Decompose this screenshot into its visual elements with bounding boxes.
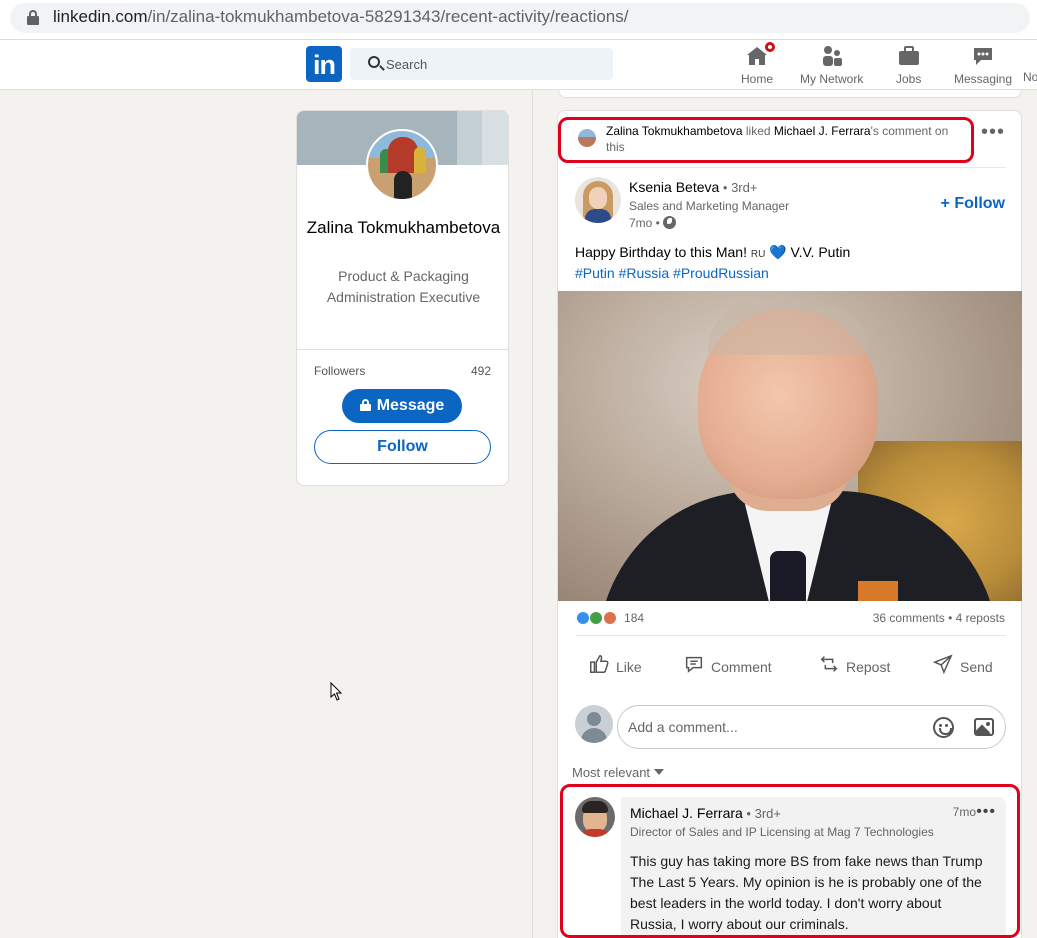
send-button[interactable]: Send [932, 651, 993, 683]
post-text: Happy Birthday to this Man! RU 💙 V.V. Pu… [575, 242, 1005, 265]
nav-notifications[interactable]: No [1023, 70, 1037, 84]
divider [576, 167, 1006, 168]
lock-icon[interactable] [27, 10, 39, 26]
context-highlight [558, 117, 974, 163]
repost-label: Repost [846, 659, 891, 675]
profile-name[interactable]: Zalina Tokmukhambetova [297, 215, 508, 241]
briefcase-icon [897, 44, 921, 68]
caret-down-icon [654, 769, 665, 775]
message-button[interactable]: Message [342, 389, 462, 423]
profile-card: Zalina Tokmukhambetova Product & Packagi… [296, 110, 509, 486]
author-avatar[interactable] [575, 177, 621, 223]
follow-author-button[interactable]: + Follow [941, 195, 1005, 213]
network-icon [820, 44, 844, 68]
repost-button[interactable]: Repost [818, 651, 890, 683]
mouse-cursor-icon [330, 682, 343, 701]
author-name[interactable]: Ksenia Beteva • 3rd+ [629, 179, 757, 195]
nav-my-network-label: My Network [800, 72, 864, 86]
profile-avatar[interactable] [366, 129, 438, 201]
messaging-icon [971, 44, 995, 68]
image-icon[interactable] [974, 718, 994, 736]
celebrate-reaction-icon [589, 611, 604, 625]
sort-label: Most relevant [572, 765, 651, 780]
previous-post-edge [558, 90, 1022, 98]
comment-box[interactable] [617, 705, 1006, 749]
send-icon [932, 654, 953, 675]
comment-sort-dropdown[interactable]: Most relevant [572, 765, 665, 780]
ru-flag-icon: RU [750, 249, 766, 260]
url-text[interactable]: linkedin.com/in/zalina-tokmukhambetova-5… [53, 7, 628, 27]
profile-headline: Product & Packaging Administration Execu… [326, 268, 481, 305]
home-icon [745, 40, 777, 68]
post-stats[interactable]: 36 comments • 4 reposts [873, 611, 1005, 625]
comment-highlight [560, 784, 1020, 938]
post-actions: Like Comment Repost Send [576, 651, 1016, 683]
post-image[interactable] [558, 291, 1022, 601]
reactions-summary[interactable]: 184 [576, 611, 644, 625]
search-icon [368, 56, 380, 68]
author-degree: • 3rd+ [719, 180, 758, 195]
post-hashtags[interactable]: #Putin #Russia #ProudRussian [575, 263, 769, 284]
comment-input[interactable] [628, 716, 918, 738]
search-input[interactable] [386, 54, 596, 74]
globe-icon [662, 216, 676, 229]
nav-home-label: Home [741, 72, 774, 86]
heart-icon: 💙 [769, 244, 787, 260]
like-reaction-icon [576, 611, 590, 625]
like-label: Like [616, 659, 642, 675]
divider [576, 635, 1006, 636]
post-text-tail: V.V. Putin [786, 244, 851, 260]
nav-my-network[interactable]: My Network [800, 44, 863, 86]
like-button[interactable]: Like [588, 651, 642, 683]
thumbs-up-icon [590, 655, 609, 673]
nav-home[interactable]: Home [741, 40, 777, 86]
nav-jobs-label: Jobs [896, 72, 922, 86]
feed-divider [532, 90, 533, 938]
post-time: 7mo • [629, 216, 676, 230]
linkedin-logo[interactable]: in [306, 46, 342, 82]
love-reaction-icon [602, 611, 617, 625]
nav-jobs[interactable]: Jobs [896, 44, 921, 86]
comment-label: Comment [711, 659, 772, 675]
author-title: Sales and Marketing Manager [629, 199, 790, 213]
lock-icon [359, 399, 371, 411]
post-text-main: Happy Birthday to this Man! [575, 244, 751, 260]
post-time-text: 7mo • [629, 216, 660, 230]
comment-button[interactable]: Comment [683, 651, 772, 683]
followers-count: 492 [470, 364, 491, 378]
current-user-avatar [575, 705, 613, 743]
emoji-icon[interactable] [933, 717, 954, 738]
repost-icon [820, 656, 838, 672]
follow-button[interactable]: Follow [314, 430, 491, 464]
search-bar[interactable] [350, 48, 613, 80]
divider [297, 349, 508, 350]
nav-messaging[interactable]: Messaging [954, 44, 1012, 86]
top-nav: in Home My Network Jobs Messaging No [0, 40, 1037, 90]
reaction-count: 184 [624, 611, 645, 625]
comment-icon [685, 656, 703, 673]
followers-label: Followers [314, 364, 366, 378]
author-name-text: Ksenia Beteva [629, 179, 720, 195]
more-options-icon[interactable]: ••• [981, 122, 1005, 142]
nav-messaging-label: Messaging [954, 72, 1013, 86]
send-label: Send [960, 659, 993, 675]
nav-notifications-label: No [1023, 70, 1037, 84]
browser-address-bar: linkedin.com/in/zalina-tokmukhambetova-5… [0, 0, 1037, 40]
message-button-label: Message [376, 397, 445, 414]
notification-badge [763, 40, 777, 54]
